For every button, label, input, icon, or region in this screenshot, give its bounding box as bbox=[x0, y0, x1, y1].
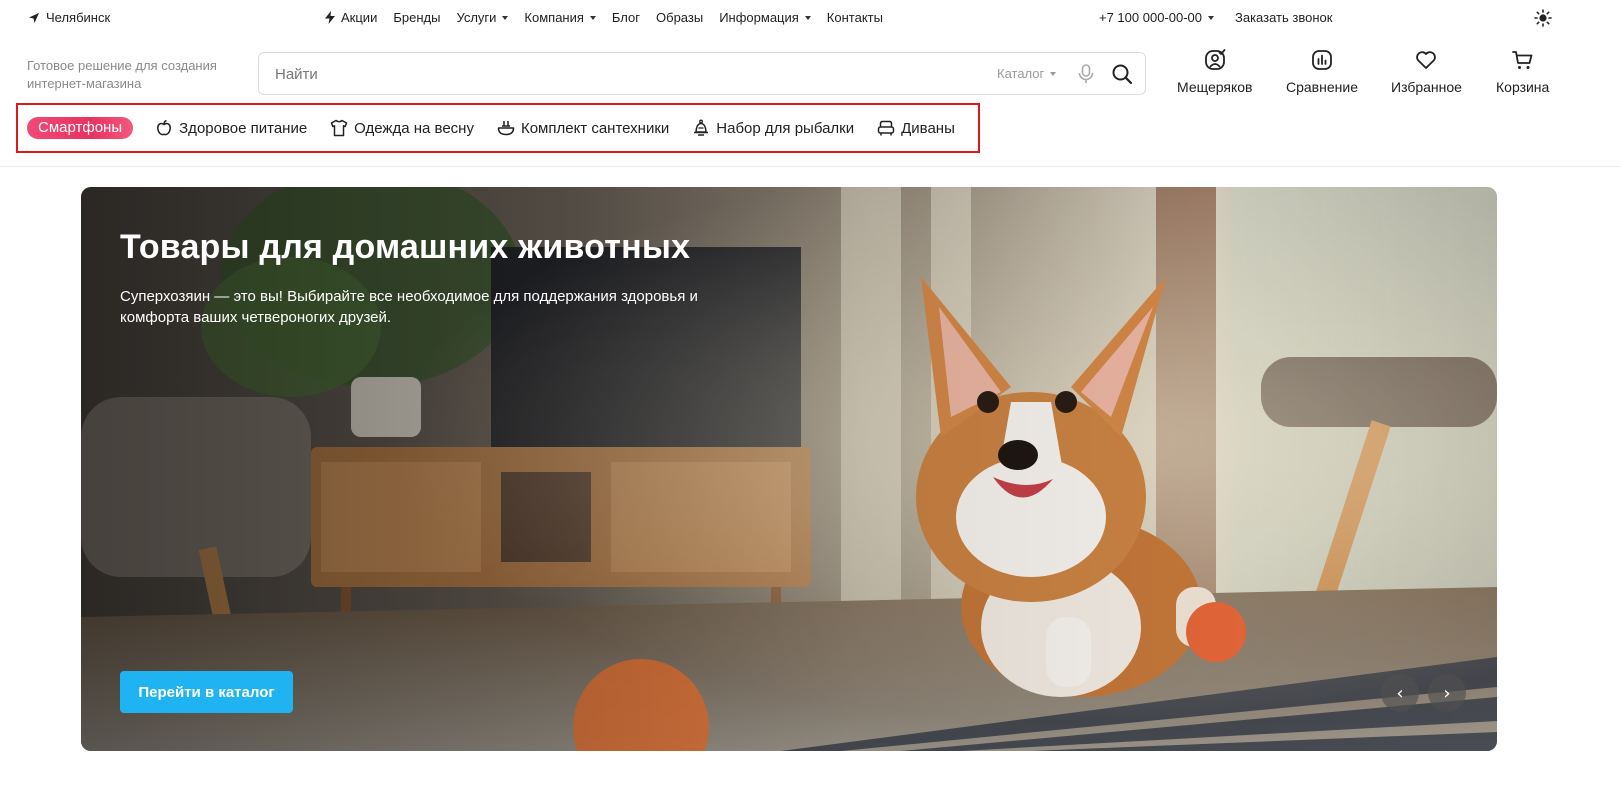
chart-bars-icon bbox=[1312, 50, 1332, 70]
fishing-bell-icon bbox=[694, 119, 709, 136]
city-label: Челябинск bbox=[46, 10, 111, 25]
category-label: Комплект сантехники bbox=[520, 119, 670, 137]
user-check-icon bbox=[1204, 48, 1226, 70]
sofa-icon bbox=[877, 120, 895, 136]
chevron-down-icon bbox=[589, 15, 596, 20]
category-chip-sofas[interactable]: Диваны bbox=[877, 119, 955, 137]
category-label: Диваны bbox=[901, 119, 955, 137]
nav-info-label: Информация bbox=[719, 10, 799, 25]
nav-contacts[interactable]: Контакты bbox=[827, 10, 883, 25]
category-label: Набор для рыбалки bbox=[716, 119, 855, 137]
faucet-icon bbox=[497, 121, 515, 136]
header-actions: Мещеряков Сравнение Избранное Корзина bbox=[0, 48, 1621, 98]
heart-icon bbox=[1416, 51, 1437, 69]
go-to-catalog-button[interactable]: Перейти в каталог bbox=[120, 671, 293, 713]
category-label: Смартфоны bbox=[38, 119, 123, 136]
nav-brands-label: Бренды bbox=[393, 10, 441, 25]
chevron-down-icon bbox=[1208, 15, 1215, 20]
carousel-next-button[interactable]: › bbox=[1428, 674, 1466, 712]
nav-blog-label: Блог bbox=[611, 10, 641, 25]
lightning-icon bbox=[325, 11, 335, 24]
category-label: Одежда на весну bbox=[354, 119, 474, 137]
hero-subtitle: Суперхозяин — это вы! Выбирайте все необ… bbox=[120, 288, 698, 326]
favorites-button[interactable]: Избранное bbox=[1391, 48, 1462, 95]
header-divider bbox=[0, 166, 1621, 167]
sun-icon[interactable] bbox=[1534, 9, 1552, 27]
profile-button[interactable]: Мещеряков bbox=[1177, 48, 1252, 95]
hero-banner: Товары для домашних животных Суперхозяин… bbox=[81, 187, 1497, 751]
cart-icon bbox=[1511, 51, 1533, 69]
cart-label: Корзина bbox=[1496, 79, 1550, 95]
favorites-label: Избранное bbox=[1391, 79, 1462, 95]
location-arrow-icon bbox=[29, 12, 39, 23]
nav-contacts-label: Контакты bbox=[826, 10, 883, 25]
shirt-icon bbox=[330, 119, 348, 137]
city-selector[interactable]: Челябинск bbox=[28, 10, 110, 25]
nav-looks[interactable]: Образы bbox=[656, 10, 703, 25]
top-navigation: Акции Бренды Услуги Компания Блог Образы… bbox=[324, 10, 883, 25]
category-chip-fishing-set[interactable]: Набор для рыбалки bbox=[692, 119, 854, 137]
category-chip-healthy-food[interactable]: Здоровое питание bbox=[155, 119, 307, 137]
hero-title: Товары для домашних животных bbox=[120, 228, 691, 266]
nav-info[interactable]: Информация bbox=[719, 10, 811, 25]
nav-looks-label: Образы bbox=[656, 10, 704, 25]
category-chip-plumbing-set[interactable]: Комплект сантехники bbox=[497, 119, 669, 137]
category-label: Здоровое питание bbox=[179, 119, 308, 137]
apple-icon bbox=[157, 119, 172, 136]
nav-company-label: Компания bbox=[524, 10, 584, 25]
chevron-left-icon: ‹ bbox=[1396, 682, 1404, 704]
request-callback-link[interactable]: Заказать звонок bbox=[1235, 10, 1332, 25]
chevron-down-icon bbox=[804, 15, 811, 20]
compare-label: Сравнение bbox=[1286, 79, 1358, 95]
carousel-prev-button[interactable]: ‹ bbox=[1381, 674, 1419, 712]
hero-background-image bbox=[81, 187, 1497, 751]
compare-button[interactable]: Сравнение bbox=[1286, 48, 1358, 95]
nav-services-label: Услуги bbox=[456, 10, 497, 25]
nav-promotions-label: Акции bbox=[341, 10, 378, 25]
nav-promotions[interactable]: Акции bbox=[324, 10, 377, 25]
chevron-right-icon: › bbox=[1443, 682, 1451, 704]
category-shortcuts: Смартфоны Здоровое питание Одежда на вес… bbox=[16, 103, 980, 153]
profile-label: Мещеряков bbox=[1177, 79, 1253, 95]
category-chip-smartphones[interactable]: Смартфоны bbox=[27, 117, 134, 139]
chevron-down-icon bbox=[502, 15, 509, 20]
nav-blog[interactable]: Блог bbox=[612, 10, 640, 25]
nav-company[interactable]: Компания bbox=[524, 10, 596, 25]
cart-button[interactable]: Корзина bbox=[1496, 48, 1549, 95]
category-chip-spring-clothes[interactable]: Одежда на весну bbox=[330, 119, 474, 137]
top-bar: Челябинск Акции Бренды Услуги Компания Б… bbox=[0, 0, 1621, 36]
phone-dropdown[interactable]: +7 100 000-00-00 bbox=[1099, 10, 1215, 25]
phone-number: +7 100 000-00-00 bbox=[1099, 10, 1203, 25]
nav-brands[interactable]: Бренды bbox=[393, 10, 440, 25]
nav-services[interactable]: Услуги bbox=[456, 10, 509, 25]
